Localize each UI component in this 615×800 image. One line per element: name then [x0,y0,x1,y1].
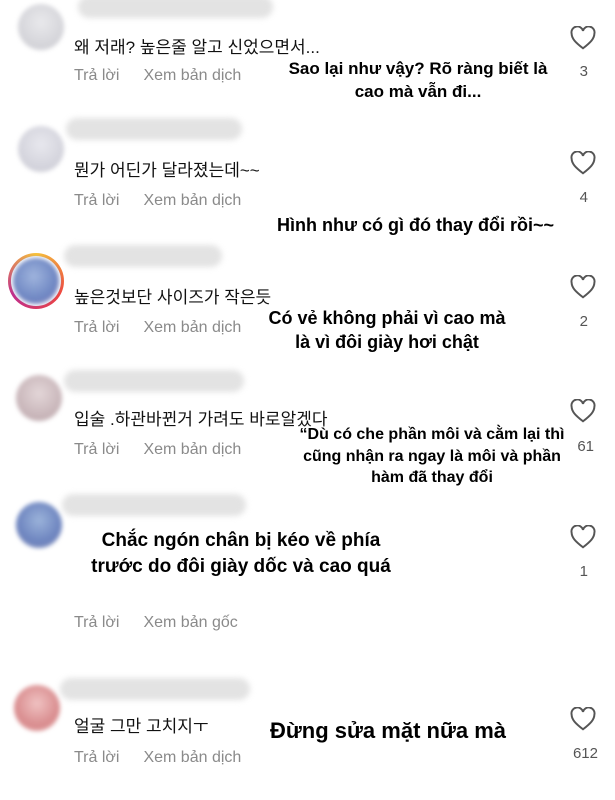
translate-button[interactable]: Xem bản dịch [143,749,241,766]
comment-actions: Trả lời Xem bản dịch [74,192,265,210]
translate-button[interactable]: Xem bản dịch [143,441,241,458]
reply-button[interactable]: Trả lời [74,441,119,458]
username-blurred[interactable] [66,118,242,140]
comment-text: 높은것보단 사이즈가 작은듯 [74,288,272,307]
like-count: 1 [579,563,588,580]
translate-button[interactable]: Xem bản dịch [143,192,241,209]
comment-text: 얼굴 그만 고치지ㅜ [74,717,209,736]
comment-text: 뭔가 어딘가 달라졌는데~~ [74,161,260,180]
reply-button[interactable]: Trả lời [74,614,119,631]
comment-actions: Trả lời Xem bản dịch [74,749,265,767]
comment-actions: Trả lời Xem bản dịch [74,441,265,459]
username-blurred[interactable] [78,0,273,18]
username-blurred[interactable] [60,678,250,700]
comment-text: 왜 저래? 높은줄 알고 신었으면서... [74,38,320,57]
heart-icon[interactable] [570,151,596,175]
reply-button[interactable]: Trả lời [74,749,119,766]
comment-actions: Trả lời Xem bản gốc [74,614,262,632]
reply-button[interactable]: Trả lời [74,319,119,336]
translation-overlay: Đừng sửa mặt nữa mà [269,718,507,743]
username-blurred[interactable] [64,370,244,392]
translation-overlay: Sao lại như vậy? Rõ ràng biết là cao mà … [288,59,548,101]
reply-button[interactable]: Trả lời [74,192,119,209]
avatar[interactable] [14,685,60,731]
comment-actions: Trả lời Xem bản dịch [74,67,265,85]
reply-button[interactable]: Trả lời [74,67,119,84]
heart-icon[interactable] [570,707,596,731]
avatar[interactable] [18,126,64,172]
heart-icon[interactable] [570,399,596,423]
heart-icon[interactable] [570,275,596,299]
translation-overlay: Hình như có gì đó thay đổi rồi~~ [276,215,555,235]
like-count: 4 [579,189,588,206]
translate-button[interactable]: Xem bản dịch [143,67,241,84]
translation-overlay: “Dù có che phần môi và cằm lại thì cũng … [299,426,565,487]
heart-icon[interactable] [570,26,596,50]
username-blurred[interactable] [64,245,222,267]
avatar[interactable] [18,4,64,50]
avatar-story-ring[interactable] [8,253,64,309]
translate-button[interactable]: Xem bản gốc [143,614,237,631]
like-count: 2 [579,313,588,330]
heart-icon[interactable] [570,525,596,549]
translation-overlay: Chắc ngón chân bị kéo về phía trước do đ… [91,530,391,577]
translate-button[interactable]: Xem bản dịch [143,319,241,336]
like-count: 612 [572,745,598,762]
avatar[interactable] [16,375,62,421]
username-blurred[interactable] [62,494,246,516]
avatar [13,258,59,304]
translation-overlay: Có vẻ không phải vì cao mà là vì đôi già… [268,308,506,353]
